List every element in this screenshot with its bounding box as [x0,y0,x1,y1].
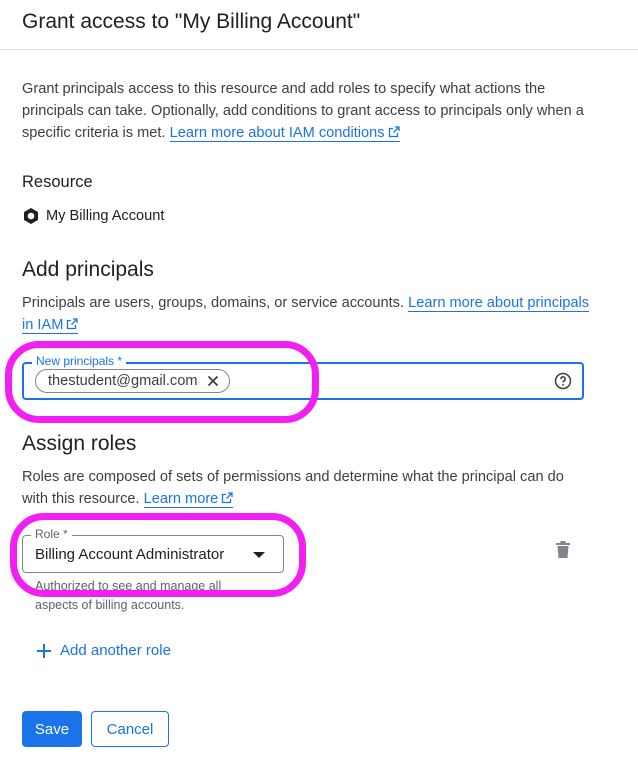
principals-description-text: Principals are users, groups, domains, o… [22,295,405,311]
cancel-button[interactable]: Cancel [91,711,169,747]
billing-account-icon [24,208,38,224]
principal-chip[interactable]: thestudent@gmail.com [35,369,231,393]
save-button[interactable]: Save [22,711,82,747]
roles-description-text: Roles are composed of sets of permission… [22,469,564,507]
learn-more-iam-conditions-link[interactable]: Learn more about IAM conditions [169,125,400,142]
add-principals-title: Add principals [22,258,154,281]
link-label: Learn more [143,491,219,507]
external-link-icon [388,126,400,138]
link-label: Learn more about IAM conditions [169,125,385,141]
dialog-title: Grant access to "My Billing Account" [22,10,361,33]
plus-icon [37,643,51,658]
resource-name: My Billing Account [46,208,165,224]
new-principals-label: New principals * [32,354,127,368]
add-another-role-button[interactable]: Add another role [36,642,171,659]
external-link-icon [67,318,79,330]
add-another-role-label: Add another role [60,642,171,659]
delete-role-icon[interactable] [555,541,571,564]
role-description: Authorized to see and manage all aspects… [35,579,222,612]
help-icon[interactable] [554,372,572,395]
resource-label: Resource [22,173,93,191]
dialog-header: Grant access to "My Billing Account" [0,0,638,50]
role-value: Billing Account Administrator [35,546,225,563]
external-link-icon [222,492,233,504]
roles-description: Roles are composed of sets of permission… [22,466,592,510]
principal-chip-label: thestudent@gmail.com [48,373,198,389]
role-label: Role * [31,527,72,541]
intro-text: Grant principals access to this resource… [22,78,592,144]
learn-more-roles-link[interactable]: Learn more [143,491,234,508]
assign-roles-title: Assign roles [22,432,137,455]
new-principals-field[interactable]: New principals * thestudent@gmail.com [22,354,584,400]
role-select[interactable]: Role * Billing Account Administrator [22,527,284,573]
dropdown-arrow-icon [253,552,265,558]
remove-chip-icon[interactable] [207,375,219,387]
resource-row: My Billing Account [22,205,164,227]
principals-description: Principals are users, groups, domains, o… [22,292,592,336]
